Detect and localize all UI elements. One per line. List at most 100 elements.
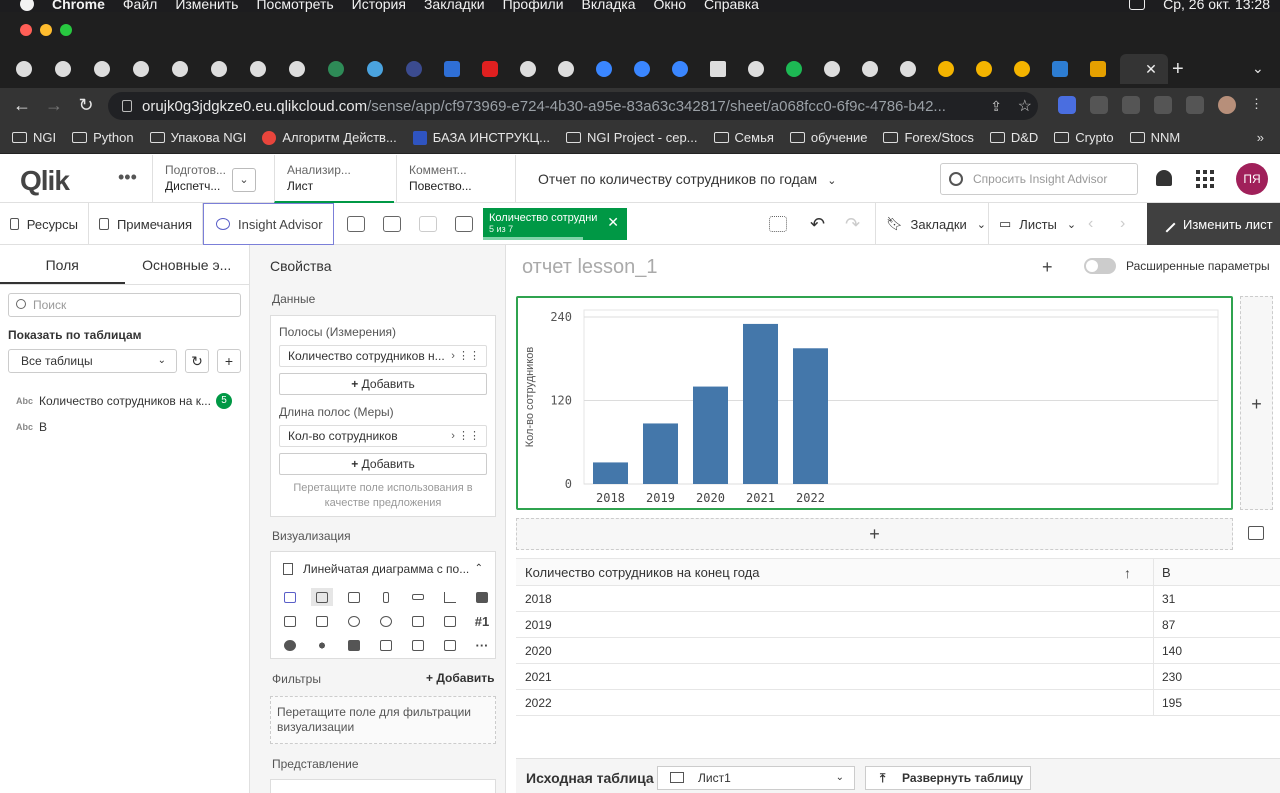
filter-drop-zone[interactable]: Перетащите поле для фильтрации визуализа… [270, 696, 496, 744]
browser-tab[interactable] [630, 58, 654, 80]
edit-sheet-button[interactable]: Изменить лист [1147, 203, 1280, 245]
expand-table-button[interactable]: ⤒ Развернуть таблицу [865, 766, 1031, 790]
more-charts-icon[interactable]: ··· [471, 636, 493, 654]
browser-tab[interactable] [440, 58, 464, 80]
media-controls-icon[interactable] [1154, 96, 1172, 114]
next-sheet-icon[interactable]: › [1120, 203, 1125, 245]
bar-chart[interactable]: 0 120 240 Кол-во сотрудников 2018 2019 2020 202… [516, 296, 1233, 510]
grid-layout-icon[interactable] [769, 216, 787, 232]
chart-bar[interactable] [693, 386, 728, 484]
bar-chart-icon[interactable] [311, 588, 333, 606]
chart-bar[interactable] [643, 423, 678, 484]
new-tab-button[interactable]: + [1172, 58, 1184, 81]
clock[interactable]: Ср, 26 окт. 13:28 [1163, 0, 1270, 12]
source-table-select[interactable]: Лист1 ⌄ [657, 766, 855, 790]
menu-history[interactable]: История [352, 0, 406, 12]
presentation-section-label[interactable]: Представление [272, 757, 359, 771]
previous-sheet-icon[interactable]: ‹ [1088, 203, 1093, 245]
horizontal-bullet-icon[interactable] [407, 588, 429, 606]
browser-tab[interactable] [934, 58, 958, 80]
chart-bar[interactable] [593, 462, 628, 484]
auto-chart-icon[interactable] [279, 588, 301, 606]
distribution-plot-icon[interactable] [311, 612, 333, 630]
browser-tab[interactable] [285, 58, 309, 80]
stacked-bar-icon[interactable] [343, 588, 365, 606]
add-dimension-button[interactable]: + Добавить [279, 373, 487, 395]
share-icon[interactable]: ⇪ [990, 98, 1002, 115]
profile-avatar[interactable] [1218, 96, 1236, 114]
bookmark-folder[interactable]: D&D [989, 130, 1038, 145]
data-section-label[interactable]: Данные [272, 292, 315, 306]
bookmarks-dropdown[interactable]: 🔖︎ Закладки ⌄ [875, 203, 986, 245]
browser-tab[interactable] [90, 58, 114, 80]
bookmark-folder[interactable]: Семья [713, 130, 774, 145]
bookmark-folder[interactable]: обучение [789, 130, 867, 145]
stage-narrate[interactable]: Коммент... Повество... [396, 155, 516, 203]
field-item[interactable]: Abc Количество сотрудников на к... 5 [16, 393, 232, 409]
map-icon[interactable] [279, 636, 301, 654]
browser-tab[interactable] [129, 58, 153, 80]
more-menu-button[interactable]: ••• [118, 167, 137, 188]
browser-tab[interactable] [168, 58, 192, 80]
table-row[interactable]: 2018 31 [516, 586, 1280, 612]
chart-bar[interactable] [743, 323, 778, 484]
stage-analyze[interactable]: Анализир... Лист [274, 155, 394, 203]
app-launcher-grid-icon[interactable] [1196, 170, 1214, 188]
close-window-button[interactable] [20, 24, 32, 36]
minimize-window-button[interactable] [40, 24, 52, 36]
clear-selection-close-icon[interactable]: ✕ [607, 214, 619, 231]
pivot-table-icon[interactable] [439, 612, 461, 630]
browser-tab[interactable] [1048, 58, 1072, 80]
visualization-section-label[interactable]: Визуализация [272, 529, 351, 543]
browser-tab[interactable] [972, 58, 996, 80]
browser-tab[interactable] [896, 58, 920, 80]
browser-tab-active[interactable]: ✕ [1120, 54, 1168, 84]
stage-dropdown-chevron-icon[interactable]: ⌄ [232, 168, 256, 192]
globe-extension-icon[interactable] [1090, 96, 1108, 114]
menu-window[interactable]: Окно [654, 0, 687, 12]
boxplot-icon[interactable] [407, 636, 429, 654]
table-icon[interactable] [407, 612, 429, 630]
app-title[interactable]: Отчет по количеству сотрудников по годам… [538, 171, 836, 187]
tab-fields[interactable]: Поля [0, 245, 125, 284]
browser-tab[interactable] [516, 58, 540, 80]
gauge-icon[interactable] [439, 636, 461, 654]
browser-tab[interactable] [207, 58, 231, 80]
url-text[interactable]: orujk0g3jdgkze0.eu.qlikcloud.com/sense/a… [142, 98, 972, 115]
browser-tab[interactable] [820, 58, 844, 80]
chevron-right-drag-icon[interactable]: › ⋮⋮ [451, 426, 480, 446]
kpi-icon[interactable]: #1 [471, 612, 493, 630]
browser-tab[interactable] [363, 58, 387, 80]
tab-master-items[interactable]: Основные э... [125, 245, 250, 284]
menu-edit[interactable]: Изменить [175, 0, 238, 12]
browser-tab[interactable] [1086, 58, 1110, 80]
fields-search-input[interactable]: Поиск [8, 293, 241, 317]
add-side-object-button[interactable]: + [1240, 296, 1273, 510]
browser-tab[interactable] [324, 58, 348, 80]
apple-icon[interactable] [20, 0, 34, 11]
selection-chip[interactable]: Количество сотрудников на конец года 5 и… [483, 208, 627, 240]
add-measure-button[interactable]: + Добавить [279, 453, 487, 475]
close-tab-icon[interactable]: ✕ [1145, 61, 1157, 78]
scatter-plot-icon[interactable] [311, 636, 333, 654]
browser-tab[interactable] [402, 58, 426, 80]
area-chart-icon[interactable] [471, 588, 493, 606]
bookmark-folder[interactable]: Crypto [1054, 130, 1114, 145]
combo-chart-icon[interactable] [279, 612, 301, 630]
browser-tab[interactable] [1010, 58, 1034, 80]
menu-tab[interactable]: Вкладка [582, 0, 636, 12]
address-bar[interactable]: orujk0g3jdgkze0.eu.qlikcloud.com/sense/a… [108, 92, 1038, 120]
sort-ascending-icon[interactable]: ↑ [1124, 565, 1131, 581]
bookmark-folder[interactable]: NNM [1129, 130, 1180, 145]
browser-tab[interactable] [12, 58, 36, 80]
zoom-window-button[interactable] [60, 24, 72, 36]
browser-tab[interactable] [668, 58, 692, 80]
step-back-selection-icon[interactable] [383, 216, 401, 232]
insight-advisor-button[interactable]: Insight Advisor [203, 203, 334, 245]
waterfall-icon[interactable] [375, 636, 397, 654]
browser-tab[interactable] [554, 58, 578, 80]
bookmark-star-icon[interactable]: ☆ [1018, 96, 1032, 116]
field-item[interactable]: Abc В [16, 420, 47, 434]
smart-search-icon[interactable] [347, 216, 365, 232]
menu-view[interactable]: Посмотреть [256, 0, 333, 12]
